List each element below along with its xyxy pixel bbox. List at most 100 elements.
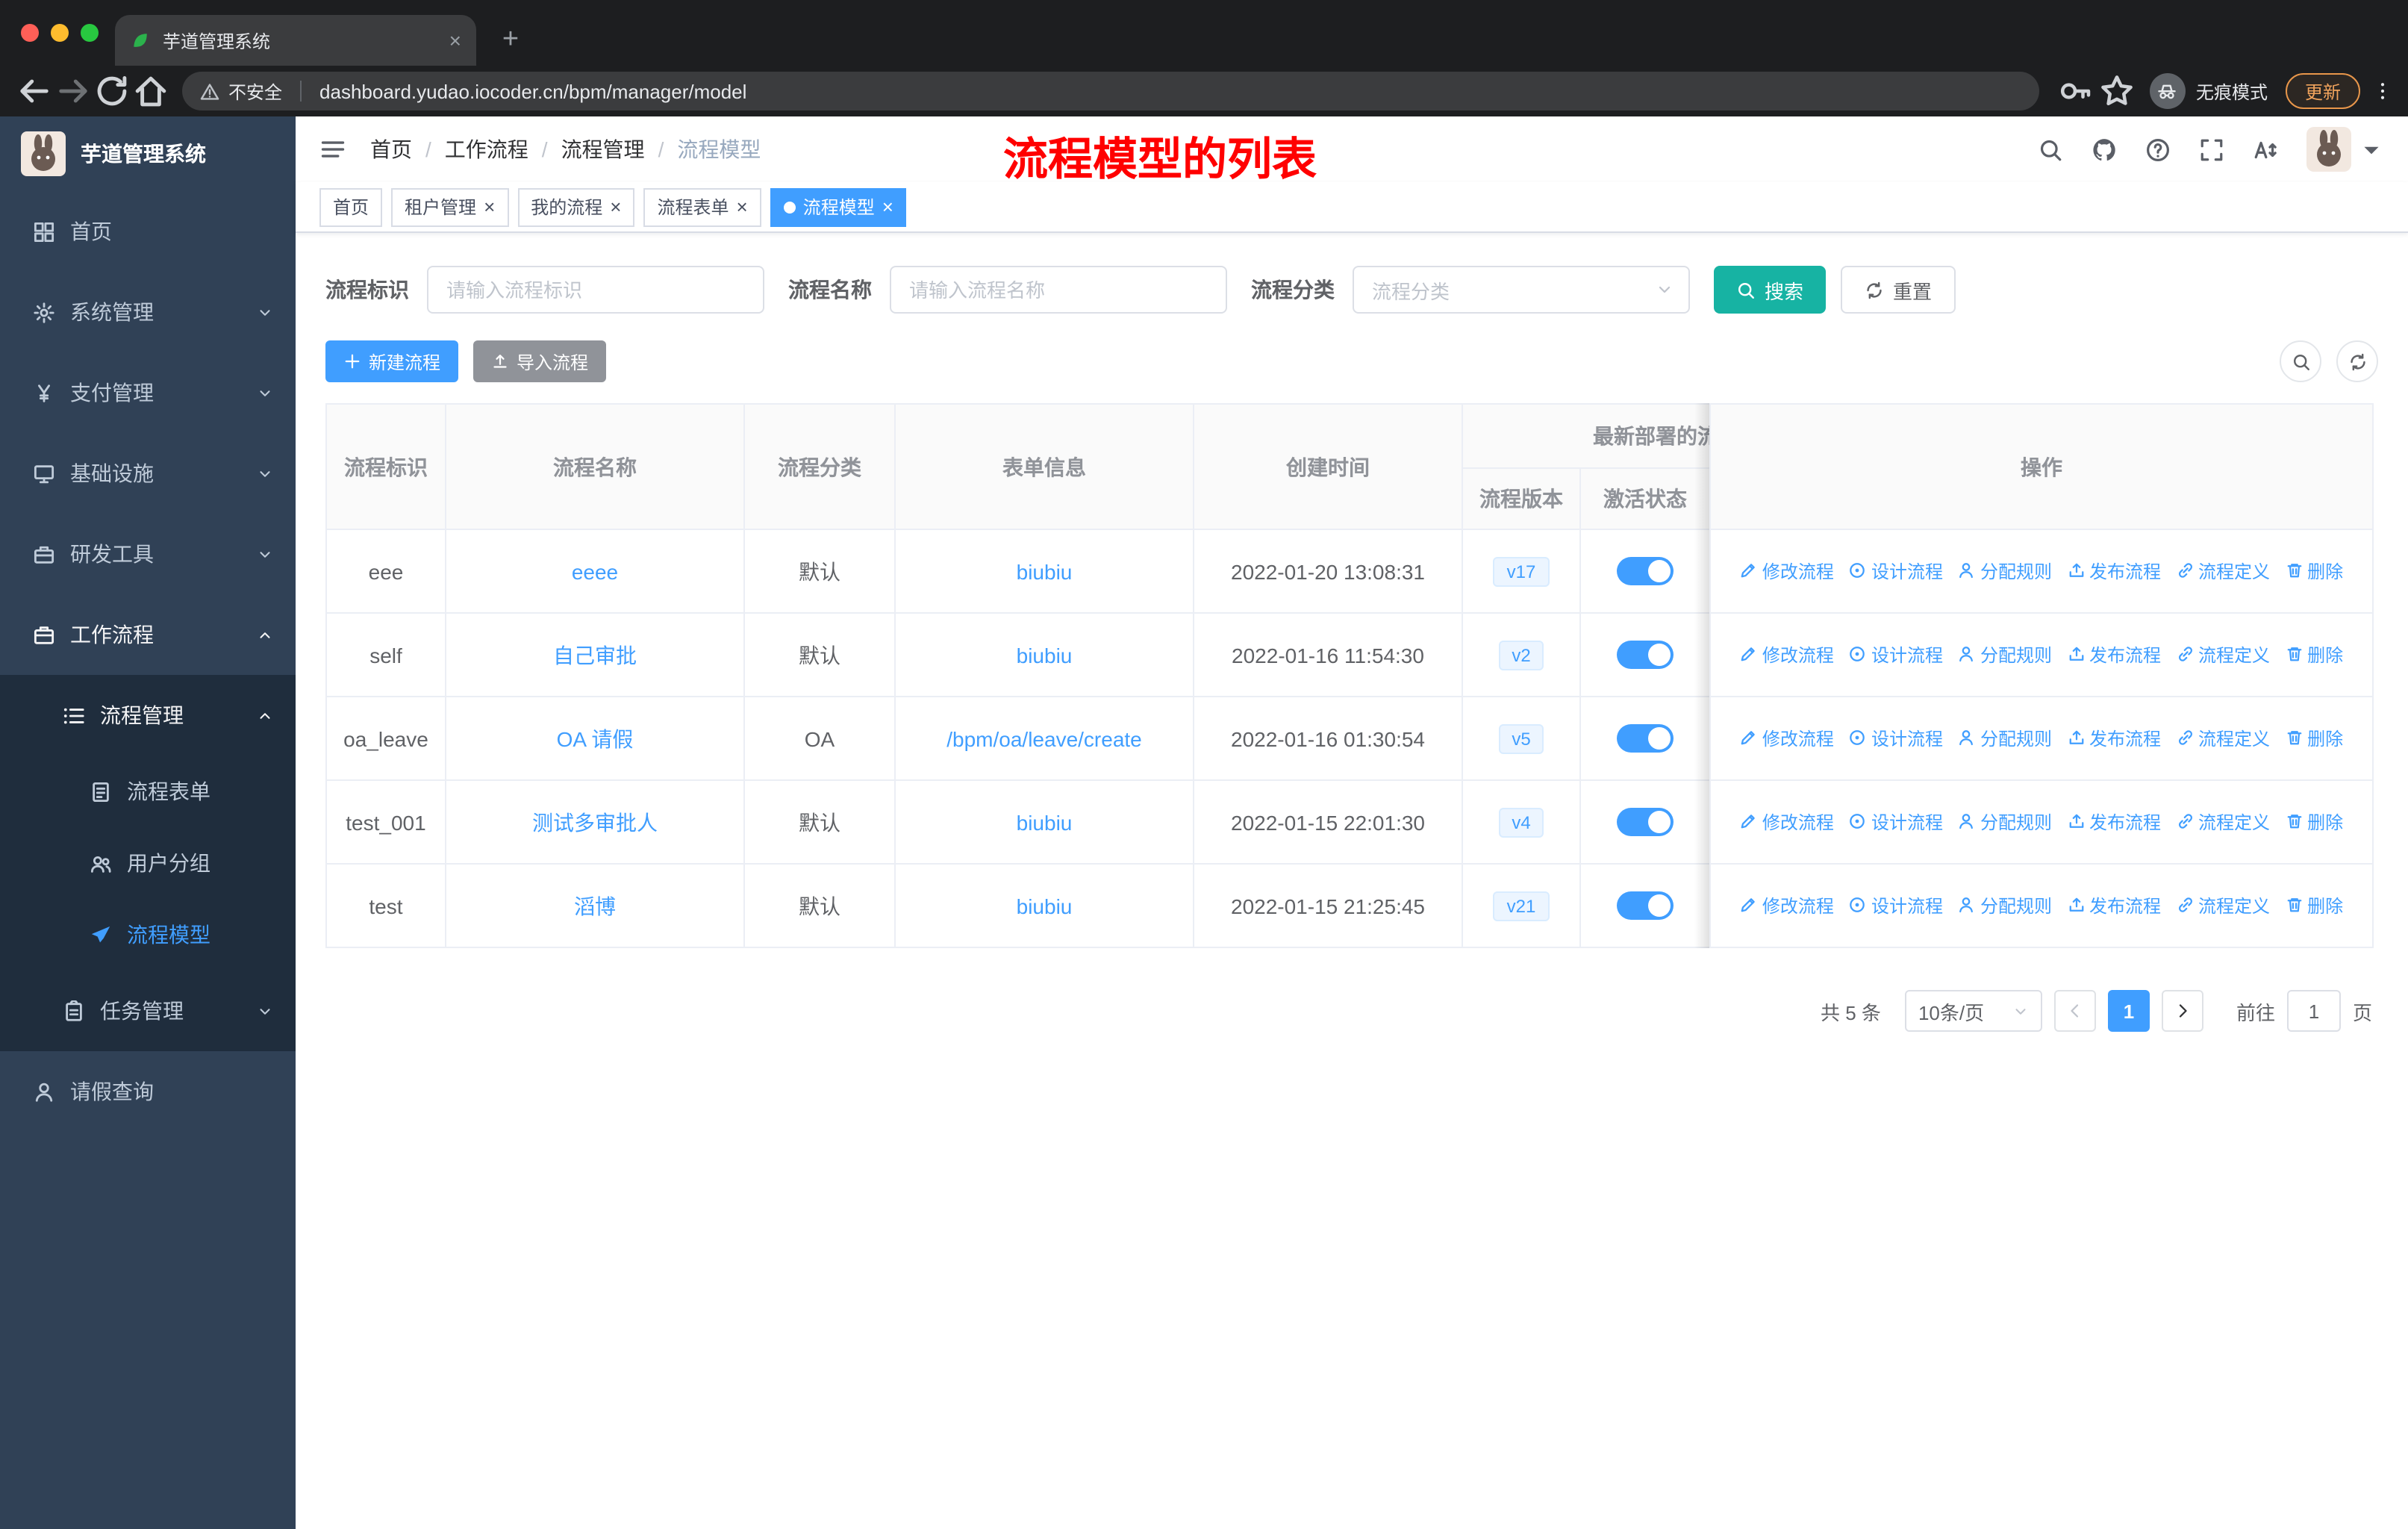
assign-rule-action[interactable]: 分配规则 <box>1958 642 2052 667</box>
publish-process-action[interactable]: 发布流程 <box>2067 642 2161 667</box>
browser-update-button[interactable]: 更新 <box>2285 73 2360 109</box>
tab-tag-0[interactable]: 首页 <box>319 187 383 226</box>
browser-tab[interactable]: 芋道管理系统 × <box>115 15 476 66</box>
tab-tag-3[interactable]: 流程表单 × <box>643 187 761 226</box>
delete-action[interactable]: 删除 <box>2285 893 2343 918</box>
activation-toggle[interactable] <box>1617 724 1674 753</box>
delete-action[interactable]: 删除 <box>2285 726 2343 751</box>
next-page-button[interactable] <box>2161 990 2203 1032</box>
security-warning-icon[interactable] <box>200 81 219 101</box>
close-window-button[interactable] <box>21 24 39 42</box>
sidebar-item-process-management[interactable]: 流程管理 <box>0 675 296 756</box>
back-icon[interactable] <box>15 72 54 110</box>
modify-process-action[interactable]: 修改流程 <box>1740 726 1834 751</box>
breadcrumb-item[interactable]: 流程管理 <box>561 134 645 164</box>
import-process-button[interactable]: 导入流程 <box>473 340 607 382</box>
process-definition-action[interactable]: 流程定义 <box>2176 726 2270 751</box>
search-icon[interactable] <box>2038 137 2063 162</box>
form-info-link[interactable]: biubiu <box>1017 810 1073 834</box>
process-definition-action[interactable]: 流程定义 <box>2176 809 2270 835</box>
process-name-link[interactable]: OA 请假 <box>557 726 634 750</box>
password-key-icon[interactable] <box>2057 73 2093 109</box>
prev-page-button[interactable] <box>2053 990 2096 1032</box>
process-name-input[interactable] <box>890 266 1227 314</box>
process-definition-action[interactable]: 流程定义 <box>2176 893 2270 918</box>
form-info-link[interactable]: biubiu <box>1017 894 1073 918</box>
sidebar-item-process-form[interactable]: 流程表单 <box>0 756 296 827</box>
close-icon[interactable]: × <box>610 197 621 217</box>
design-process-action[interactable]: 设计流程 <box>1849 809 1943 835</box>
design-process-action[interactable]: 设计流程 <box>1849 893 1943 918</box>
tab-close-icon[interactable]: × <box>449 28 461 52</box>
sidebar-item-task-management[interactable]: 任务管理 <box>0 971 296 1051</box>
reset-button[interactable]: 重置 <box>1841 266 1956 314</box>
close-icon[interactable]: × <box>484 197 495 217</box>
sidebar-item-home[interactable]: 首页 <box>0 191 296 272</box>
delete-action[interactable]: 删除 <box>2285 642 2343 667</box>
design-process-action[interactable]: 设计流程 <box>1849 558 1943 584</box>
process-name-link[interactable]: 自己审批 <box>553 643 637 667</box>
activation-toggle[interactable] <box>1617 557 1674 585</box>
assign-rule-action[interactable]: 分配规则 <box>1958 558 2052 584</box>
bookmark-star-icon[interactable] <box>2099 73 2135 109</box>
tab-tag-1[interactable]: 租户管理 × <box>391 187 509 226</box>
sidebar-item-user-group[interactable]: 用户分组 <box>0 827 296 899</box>
breadcrumb-item[interactable]: 首页 <box>370 134 412 164</box>
publish-process-action[interactable]: 发布流程 <box>2067 893 2161 918</box>
process-definition-action[interactable]: 流程定义 <box>2176 642 2270 667</box>
font-size-icon[interactable] <box>2253 137 2278 162</box>
activation-toggle[interactable] <box>1617 641 1674 669</box>
close-icon[interactable]: × <box>882 197 893 217</box>
goto-page-input[interactable] <box>2286 990 2341 1032</box>
user-menu[interactable] <box>2306 127 2384 172</box>
search-button[interactable]: 搜索 <box>1714 266 1827 314</box>
assign-rule-action[interactable]: 分配规则 <box>1958 893 2052 918</box>
process-name-link[interactable]: eeee <box>572 559 618 583</box>
sidebar-item-payment-management[interactable]: 支付管理 <box>0 352 296 433</box>
refresh-table-button[interactable] <box>2336 340 2378 382</box>
address-bar[interactable]: 不安全 dashboard.yudao.iocoder.cn/bpm/manag… <box>182 72 2039 110</box>
publish-process-action[interactable]: 发布流程 <box>2067 726 2161 751</box>
minimize-window-button[interactable] <box>51 24 69 42</box>
home-icon[interactable] <box>131 72 170 110</box>
close-icon[interactable]: × <box>737 197 748 217</box>
sidebar-item-infrastructure[interactable]: 基础设施 <box>0 433 296 514</box>
modify-process-action[interactable]: 修改流程 <box>1740 642 1834 667</box>
sidebar-item-process-model[interactable]: 流程模型 <box>0 899 296 971</box>
form-info-link[interactable]: /bpm/oa/leave/create <box>946 726 1142 750</box>
current-page[interactable]: 1 <box>2107 990 2150 1032</box>
show-search-button[interactable] <box>2280 340 2321 382</box>
browser-menu-icon[interactable] <box>2372 81 2393 102</box>
reload-icon[interactable] <box>93 72 131 110</box>
delete-action[interactable]: 删除 <box>2285 558 2343 584</box>
process-definition-action[interactable]: 流程定义 <box>2176 558 2270 584</box>
page-size-select[interactable]: 10条/页 <box>1904 990 2042 1032</box>
tab-tag-2[interactable]: 我的流程 × <box>517 187 635 226</box>
sidebar-item-workflow[interactable]: 工作流程 <box>0 594 296 675</box>
url-text[interactable]: dashboard.yudao.iocoder.cn/bpm/manager/m… <box>319 80 746 102</box>
activation-toggle[interactable] <box>1617 891 1674 920</box>
assign-rule-action[interactable]: 分配规则 <box>1958 726 2052 751</box>
modify-process-action[interactable]: 修改流程 <box>1740 893 1834 918</box>
security-warning-label[interactable]: 不安全 <box>228 78 282 104</box>
tab-tag-4[interactable]: 流程模型 × <box>770 187 907 226</box>
create-process-button[interactable]: 新建流程 <box>325 340 459 382</box>
modify-process-action[interactable]: 修改流程 <box>1740 558 1834 584</box>
form-info-link[interactable]: biubiu <box>1017 559 1073 583</box>
process-key-input[interactable] <box>427 266 764 314</box>
help-icon[interactable] <box>2145 137 2171 162</box>
delete-action[interactable]: 删除 <box>2285 809 2343 835</box>
design-process-action[interactable]: 设计流程 <box>1849 726 1943 751</box>
maximize-window-button[interactable] <box>81 24 99 42</box>
activation-toggle[interactable] <box>1617 808 1674 836</box>
sidebar-item-leave-query[interactable]: 请假查询 <box>0 1051 296 1132</box>
sidebar-item-dev-tools[interactable]: 研发工具 <box>0 514 296 594</box>
design-process-action[interactable]: 设计流程 <box>1849 642 1943 667</box>
fullscreen-icon[interactable] <box>2199 137 2224 162</box>
process-name-link[interactable]: 测试多审批人 <box>532 810 658 834</box>
new-tab-button[interactable]: + <box>488 18 533 63</box>
modify-process-action[interactable]: 修改流程 <box>1740 809 1834 835</box>
sidebar-item-system-management[interactable]: 系统管理 <box>0 272 296 352</box>
github-icon[interactable] <box>2092 137 2117 162</box>
process-category-select[interactable]: 流程分类 <box>1353 266 1690 314</box>
